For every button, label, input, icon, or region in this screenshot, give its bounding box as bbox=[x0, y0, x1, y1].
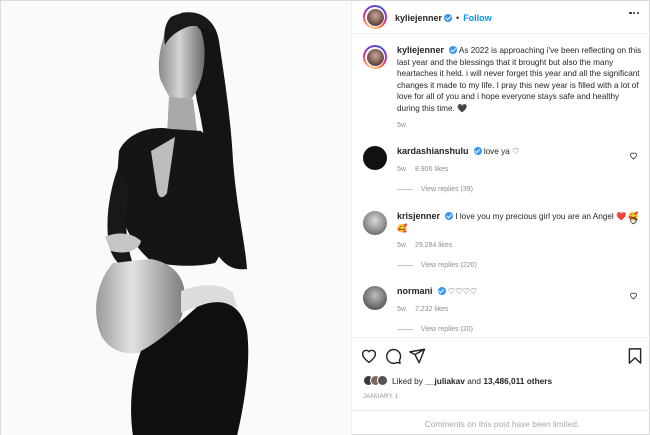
comment-item: kardashianshulu love ya ♡ 5w 8.906 likes … bbox=[363, 146, 643, 193]
author-username[interactable]: kyliejenner bbox=[395, 13, 442, 23]
liked-by-and: and bbox=[467, 375, 482, 386]
comment-age: 5w bbox=[397, 165, 406, 173]
comment-username[interactable]: kardashianshulu bbox=[397, 146, 469, 156]
comment-likes[interactable]: 29.284 likes bbox=[415, 242, 452, 249]
verified-icon bbox=[444, 14, 453, 22]
view-replies-label: View replies (220) bbox=[421, 262, 477, 269]
comment-age: 5w bbox=[397, 305, 406, 313]
view-replies-link[interactable]: View replies (39) bbox=[397, 186, 643, 193]
verified-icon bbox=[445, 212, 454, 220]
commenter-avatar[interactable] bbox=[363, 146, 387, 170]
comment-item: normani ♡♡♡♡ 5w 7.232 likes View replies … bbox=[363, 286, 643, 333]
comment-body: kardashianshulu love ya ♡ bbox=[397, 146, 643, 158]
author-avatar[interactable] bbox=[363, 5, 387, 29]
caption-meta: 5w bbox=[397, 122, 643, 129]
verified-icon bbox=[437, 287, 446, 295]
comment-like-heart-icon[interactable] bbox=[629, 151, 638, 160]
caption-body: kyliejenner As 2022 is approaching i've … bbox=[397, 45, 643, 114]
liked-by-prefix: Liked by bbox=[392, 375, 423, 386]
post-actions: Liked by __juliakav and 13,486,011 other… bbox=[352, 337, 650, 435]
liker-avatar[interactable] bbox=[377, 375, 388, 386]
comment-username[interactable]: normani bbox=[397, 286, 433, 296]
view-replies-link[interactable]: View replies (220) bbox=[397, 262, 643, 269]
caption-avatar[interactable] bbox=[363, 45, 387, 69]
caption-username[interactable]: kyliejenner bbox=[397, 45, 444, 55]
comment-like-heart-icon[interactable] bbox=[629, 291, 638, 300]
commenter-avatar[interactable] bbox=[363, 286, 387, 310]
view-replies-label: View replies (39) bbox=[421, 185, 474, 193]
post-date[interactable]: JANUARY 1 bbox=[363, 394, 399, 400]
share-icon[interactable] bbox=[408, 347, 426, 365]
liked-by-user[interactable]: __juliakav bbox=[425, 376, 465, 386]
separator-dot: • bbox=[456, 13, 460, 23]
comment-text: ♡♡♡♡ bbox=[447, 287, 478, 296]
bookmark-icon[interactable] bbox=[626, 347, 644, 365]
comment-body: normani ♡♡♡♡ bbox=[397, 286, 643, 298]
comment-item: krisjenner I love you my precious girl y… bbox=[363, 211, 643, 269]
comment-body: krisjenner I love you my precious girl y… bbox=[397, 211, 643, 234]
post-image bbox=[1, 1, 351, 435]
likes-count[interactable]: 13,486,011 others bbox=[483, 376, 552, 386]
view-replies-link[interactable]: View replies (20) bbox=[397, 326, 643, 333]
comment-likes[interactable]: 8.906 likes bbox=[415, 166, 448, 173]
view-replies-label: View replies (20) bbox=[421, 325, 474, 333]
caption-text: As 2022 is approaching i've been reflect… bbox=[397, 46, 642, 113]
comment-age: 5w bbox=[397, 242, 406, 249]
comment-like-heart-icon[interactable] bbox=[629, 216, 638, 225]
liked-by: Liked by __juliakav and 13,486,011 other… bbox=[363, 375, 552, 386]
verified-icon bbox=[449, 46, 458, 54]
post-header: kyliejenner • Follow bbox=[352, 1, 650, 34]
post-photo[interactable] bbox=[1, 1, 351, 435]
comment-meta: 5w 8.906 likes bbox=[397, 166, 643, 173]
caption-age: 5w bbox=[397, 122, 406, 129]
liked-by-text: Liked by __juliakav and 13,486,011 other… bbox=[392, 376, 552, 386]
post-dialog: kyliejenner • Follow kyliejenner As 2022 i… bbox=[0, 0, 650, 435]
comment-meta: 5w 7.232 likes bbox=[397, 306, 643, 313]
comment-username[interactable]: krisjenner bbox=[397, 211, 440, 221]
author-block: kyliejenner • Follow bbox=[395, 8, 492, 26]
comments-limited-notice: Comments on this post have been limited. bbox=[352, 410, 650, 435]
verified-icon bbox=[473, 147, 482, 155]
comments-list[interactable]: kyliejenner As 2022 is approaching i've … bbox=[352, 34, 650, 337]
comment-icon[interactable] bbox=[384, 347, 402, 365]
follow-button[interactable]: Follow bbox=[463, 13, 492, 23]
post-side-panel: kyliejenner • Follow kyliejenner As 2022 i… bbox=[351, 1, 650, 435]
more-options-icon[interactable] bbox=[629, 12, 639, 15]
comment-text: love ya ♡ bbox=[483, 147, 520, 156]
comment-likes[interactable]: 7.232 likes bbox=[415, 306, 448, 313]
caption: kyliejenner As 2022 is approaching i've … bbox=[363, 45, 643, 129]
comment-meta: 5w 29.284 likes bbox=[397, 242, 643, 249]
commenter-avatar[interactable] bbox=[363, 211, 387, 235]
heart-icon[interactable] bbox=[360, 347, 378, 365]
